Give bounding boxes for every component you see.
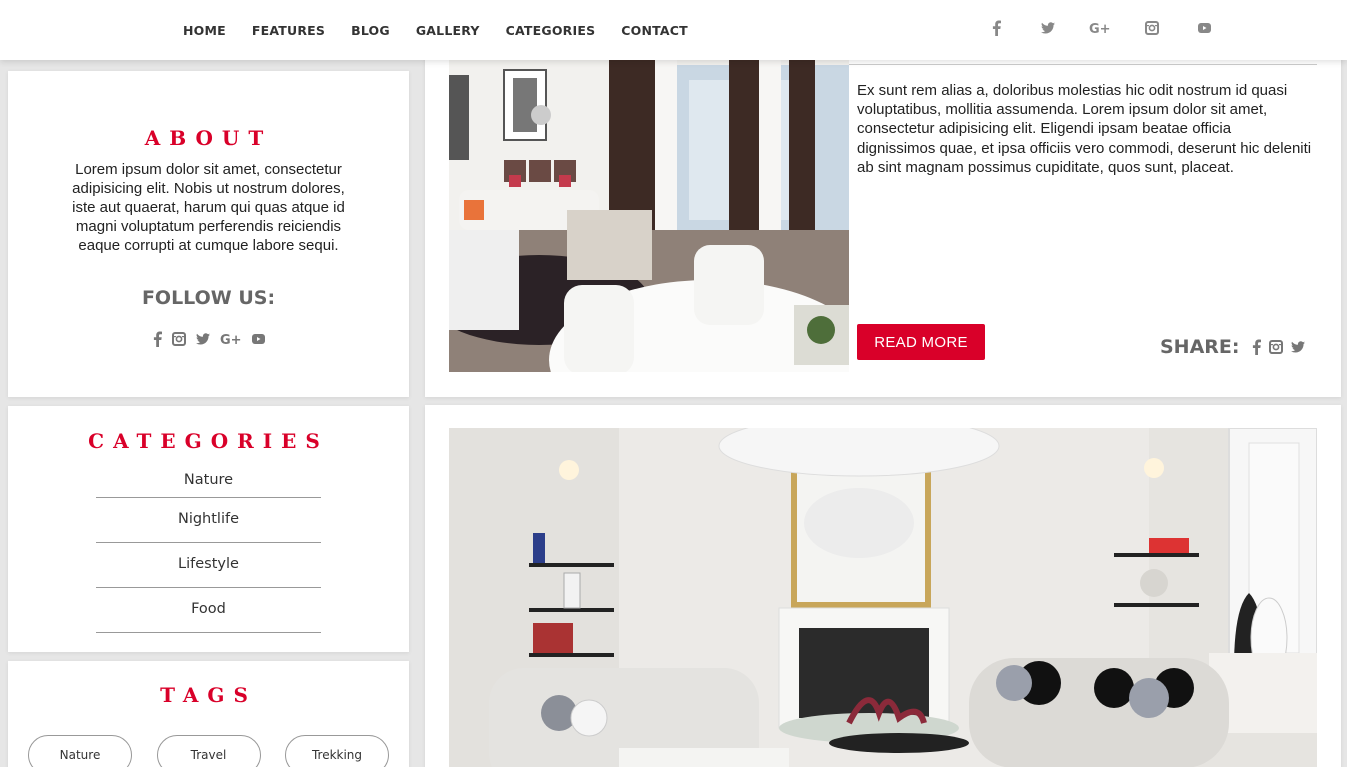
post-image-living-room[interactable] [449, 60, 849, 372]
youtube-icon[interactable] [251, 334, 265, 344]
facebook-icon[interactable] [153, 331, 162, 347]
tags-widget: TAGS Nature Travel Trekking [8, 661, 409, 767]
header-social-links: G+ [970, 0, 1230, 56]
blog-post-2 [425, 405, 1341, 767]
about-social-links: G+ [8, 331, 409, 347]
follow-us-label: FOLLOW US: [141, 287, 276, 309]
nav-blog[interactable]: BLOG [351, 23, 390, 38]
categories-list: Nature Nightlife Lifestyle Food [96, 465, 321, 633]
nav-contact[interactable]: CONTACT [621, 23, 688, 38]
about-widget: ABOUT Lorem ipsum dolor sit amet, consec… [8, 71, 409, 397]
facebook-icon[interactable] [970, 20, 1022, 36]
categories-title: CATEGORIES [88, 429, 329, 453]
post-divider [849, 64, 1317, 65]
nav-categories[interactable]: CATEGORIES [506, 23, 596, 38]
share-links: SHARE: [1160, 336, 1309, 358]
top-navbar: HOME FEATURES BLOG GALLERY CATEGORIES CO… [0, 0, 1347, 60]
youtube-icon[interactable] [1178, 23, 1230, 33]
svg-text:G+: G+ [220, 333, 242, 346]
tag-nature[interactable]: Nature [28, 735, 132, 767]
category-item-food[interactable]: Food [96, 588, 321, 633]
instagram-icon[interactable] [1126, 21, 1178, 35]
facebook-icon[interactable] [1252, 339, 1261, 355]
svg-text:G+: G+ [1089, 22, 1111, 35]
main-nav: HOME FEATURES BLOG GALLERY CATEGORIES CO… [170, 0, 701, 60]
category-item-nature[interactable]: Nature [96, 465, 321, 498]
tags-list: Nature Travel Trekking [28, 735, 389, 767]
categories-widget: CATEGORIES Nature Nightlife Lifestyle Fo… [8, 406, 409, 652]
category-item-lifestyle[interactable]: Lifestyle [96, 543, 321, 588]
read-more-button[interactable]: READ MORE [857, 324, 985, 360]
instagram-icon[interactable] [1268, 340, 1283, 354]
post-excerpt: Ex sunt rem alias a, doloribus molestias… [857, 82, 1312, 176]
twitter-icon[interactable] [1290, 341, 1305, 353]
category-item-nightlife[interactable]: Nightlife [96, 498, 321, 543]
nav-features[interactable]: FEATURES [252, 23, 325, 38]
google-plus-icon[interactable]: G+ [1074, 21, 1126, 35]
tags-title: TAGS [160, 683, 257, 707]
tag-travel[interactable]: Travel [156, 735, 261, 767]
google-plus-icon[interactable]: G+ [220, 332, 242, 346]
twitter-icon[interactable] [1022, 22, 1074, 34]
nav-gallery[interactable]: GALLERY [416, 23, 480, 38]
tag-trekking[interactable]: Trekking [285, 735, 389, 767]
share-label: SHARE: [1160, 336, 1240, 358]
nav-home[interactable]: HOME [183, 23, 226, 38]
post-image-white-lounge[interactable] [449, 428, 1317, 767]
about-text: Lorem ipsum dolor sit amet, consectetur … [72, 161, 345, 254]
instagram-icon[interactable] [171, 332, 186, 346]
blog-post-1: Ex sunt rem alias a, doloribus molestias… [425, 50, 1341, 397]
about-title: ABOUT [144, 126, 273, 150]
twitter-icon[interactable] [195, 333, 210, 345]
